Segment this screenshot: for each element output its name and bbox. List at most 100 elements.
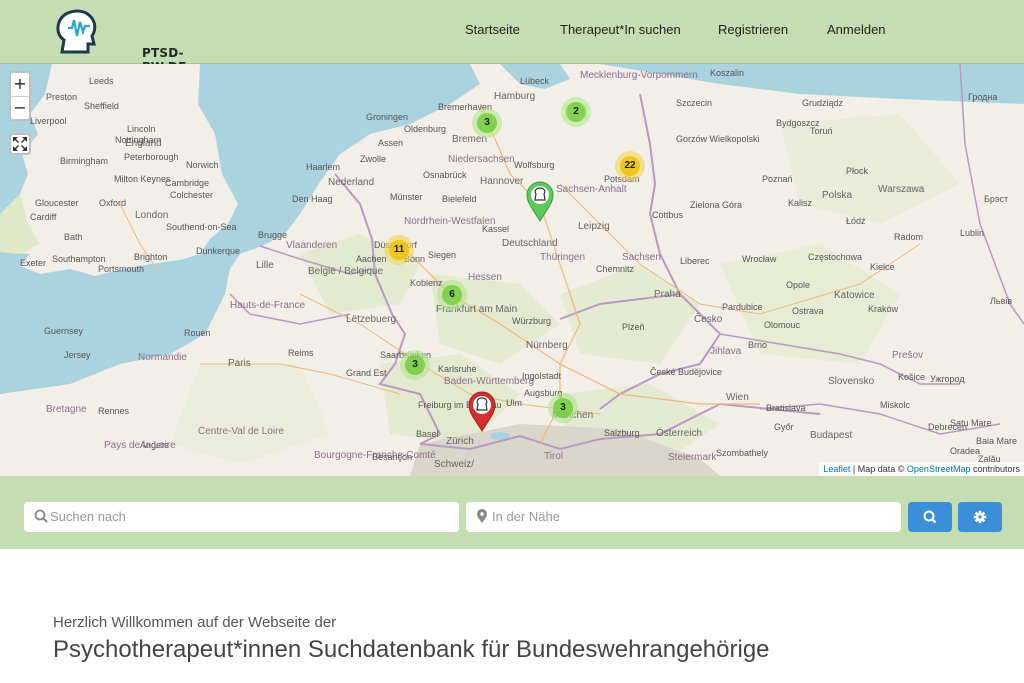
map-label: Lublin bbox=[960, 228, 985, 238]
map-label: Peterborough bbox=[124, 152, 179, 162]
marker-cluster[interactable]: 22 bbox=[615, 151, 645, 181]
map-label: Schweiz/ bbox=[434, 459, 475, 470]
map-label: Ужгород bbox=[930, 374, 965, 384]
map-label: Zwolle bbox=[360, 154, 387, 164]
map-label: Cardiff bbox=[30, 212, 57, 222]
zoom-in-button[interactable]: + bbox=[11, 73, 29, 97]
zoom-control: + − bbox=[9, 71, 31, 121]
map-label: Mecklenburg-Vorpommern bbox=[580, 70, 698, 81]
map-label: Gloucester bbox=[35, 198, 79, 208]
map-label: Львів bbox=[990, 296, 1013, 306]
map-label: Brugge bbox=[258, 230, 288, 240]
marker-cluster[interactable]: 3 bbox=[548, 393, 578, 423]
map-label: Prešov bbox=[892, 350, 924, 361]
fullscreen-icon bbox=[13, 137, 27, 151]
map-label: Cambridge bbox=[165, 178, 210, 188]
map-label: Southampton bbox=[52, 254, 106, 264]
map-label: Opole bbox=[786, 280, 811, 290]
cluster-count: 6 bbox=[442, 285, 462, 305]
marker-cluster[interactable]: 11 bbox=[384, 235, 414, 265]
settings-button[interactable] bbox=[958, 502, 1002, 532]
red-map-pin-icon[interactable] bbox=[467, 390, 497, 432]
map-label: Poznań bbox=[762, 174, 793, 184]
map-label: Pays de la Loire bbox=[104, 440, 176, 451]
map-label: Kielce bbox=[870, 262, 895, 272]
map-label: Miskolc bbox=[880, 400, 911, 410]
attribution-text: | Map data © bbox=[850, 464, 907, 474]
map-label: Rouen bbox=[184, 328, 211, 338]
head-logo-icon bbox=[56, 9, 97, 54]
map-label: England bbox=[125, 138, 162, 149]
map-label: Lübeck bbox=[520, 76, 550, 86]
map[interactable]: Leeds Preston Liverpool Sheffield Lincol… bbox=[0, 64, 1024, 476]
map-label: Plzeň bbox=[622, 322, 645, 332]
map-label: Exeter bbox=[20, 258, 47, 268]
marker-cluster[interactable]: 2 bbox=[561, 97, 591, 127]
map-label: Paris bbox=[228, 358, 251, 369]
map-label: Szczecin bbox=[676, 98, 713, 108]
nav-therapeut-suchen[interactable]: Therapeut*In suchen bbox=[560, 22, 681, 37]
map-label: Siegen bbox=[428, 250, 457, 260]
map-label: Częstochowa bbox=[808, 252, 863, 262]
cluster-count: 3 bbox=[405, 355, 425, 375]
map-label: Assen bbox=[378, 138, 404, 148]
map-label: Haarlem bbox=[306, 162, 341, 172]
map-label: Deutschland bbox=[502, 238, 558, 249]
nav-startseite[interactable]: Startseite bbox=[465, 22, 520, 37]
nav-anmelden[interactable]: Anmelden bbox=[827, 22, 886, 37]
map-label: Praha bbox=[654, 289, 681, 300]
map-attribution: Leaflet | Map data © OpenStreetMap contr… bbox=[819, 462, 1024, 476]
osm-link[interactable]: OpenStreetMap bbox=[907, 464, 971, 474]
map-label: Cottbus bbox=[652, 210, 684, 220]
map-label: Radom bbox=[894, 232, 924, 242]
logo[interactable]: PTSD-BW.DE bbox=[54, 8, 186, 74]
map-label: Budapest bbox=[810, 430, 853, 441]
map-label: Baden-Württemberg bbox=[444, 376, 535, 387]
map-label: Bielefeld bbox=[442, 194, 477, 204]
map-label: Salzburg bbox=[604, 428, 640, 438]
map-label: Hannover bbox=[480, 176, 524, 187]
fullscreen-button[interactable] bbox=[9, 133, 31, 155]
marker-cluster[interactable]: 6 bbox=[437, 280, 467, 310]
map-label: Guernsey bbox=[44, 326, 84, 336]
green-map-pin-icon[interactable] bbox=[525, 180, 555, 222]
nav-registrieren[interactable]: Registrieren bbox=[718, 22, 788, 37]
map-label: Nederland bbox=[328, 177, 375, 188]
map-label: Jihlava bbox=[710, 346, 742, 357]
map-label: Reims bbox=[288, 348, 314, 358]
map-label: Basel bbox=[416, 429, 439, 439]
map-label: Chemnitz bbox=[596, 264, 635, 274]
map-label: Polska bbox=[822, 190, 853, 201]
location-placeholder: In der Nähe bbox=[492, 509, 560, 524]
map-label: Pardubice bbox=[722, 302, 763, 312]
map-label: Lincoln bbox=[127, 124, 156, 134]
search-input[interactable]: Suchen nach bbox=[24, 502, 459, 532]
marker-cluster[interactable]: 3 bbox=[400, 350, 430, 380]
map-label: Koblenz bbox=[410, 278, 443, 288]
map-label: Colchester bbox=[170, 190, 214, 200]
map-label: Leeds bbox=[89, 76, 114, 86]
cluster-count: 2 bbox=[566, 102, 586, 122]
map-label: Brighton bbox=[134, 252, 168, 262]
map-label: Münster bbox=[390, 192, 423, 202]
map-label: Thüringen bbox=[540, 252, 586, 263]
map-label: Preston bbox=[46, 92, 78, 102]
map-label: Košice bbox=[898, 372, 926, 382]
leaflet-link[interactable]: Leaflet bbox=[823, 464, 850, 474]
map-label: Oldenburg bbox=[404, 124, 447, 134]
search-button[interactable] bbox=[908, 502, 952, 532]
map-label: Dunkerque bbox=[196, 246, 241, 256]
map-label: Hauts-de-France bbox=[230, 300, 306, 311]
map-label: Toruń bbox=[810, 126, 833, 136]
map-label: Lëtzebuerg bbox=[346, 314, 397, 325]
map-label: Płock bbox=[846, 166, 869, 176]
map-label: Wolfsburg bbox=[514, 160, 555, 170]
marker-cluster[interactable]: 3 bbox=[472, 108, 502, 138]
location-input[interactable]: In der Nähe bbox=[466, 502, 901, 532]
map-label: Wrocław bbox=[742, 254, 777, 264]
zoom-out-button[interactable]: − bbox=[11, 97, 29, 120]
map-label: Szombathely bbox=[716, 448, 769, 458]
map-label: Gorzów Wielkopolski bbox=[676, 134, 760, 144]
map-label: Sachsen bbox=[622, 252, 661, 263]
map-label: Kalisz bbox=[788, 198, 813, 208]
